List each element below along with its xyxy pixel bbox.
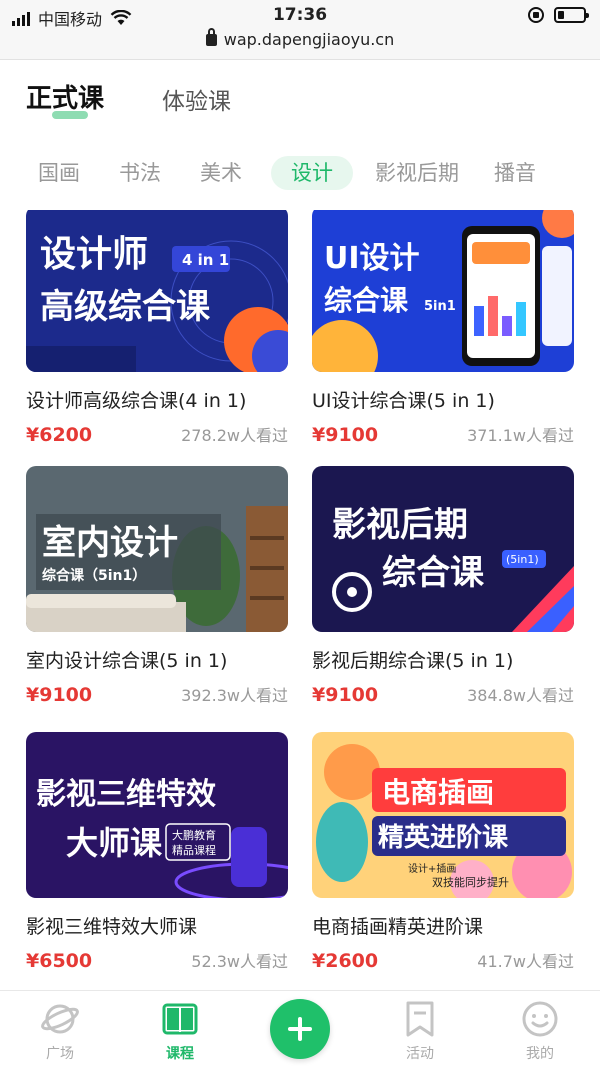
nav-label: 活动 [406, 1046, 434, 1062]
category-tabs: 国画 书法 美术 设计 影视后期 播音 [0, 150, 600, 196]
course-views: 52.3w人看过 [191, 952, 288, 971]
course-views: 371.1w人看过 [467, 426, 574, 445]
banner-line2: 大师课 [66, 824, 163, 862]
active-tab-indicator [52, 111, 88, 119]
course-price: ¥6500 [26, 950, 93, 972]
category-tab-broadcast[interactable]: 播音 [494, 156, 536, 190]
tab-formal-course[interactable]: 正式课 [26, 78, 105, 119]
tab-label: 体验课 [162, 89, 231, 115]
nav-label: 我的 [526, 1046, 554, 1062]
course-views: 392.3w人看过 [181, 686, 288, 705]
nav-item-activity[interactable]: 活动 [380, 999, 460, 1063]
battery-icon [554, 7, 589, 23]
banner-tag2: 双技能同步提升 [432, 875, 509, 889]
planet-icon [41, 1004, 79, 1034]
status-right [528, 7, 589, 23]
course-price: ¥9100 [312, 424, 379, 446]
banner-tag1: 大鹏教育 [172, 828, 216, 842]
course-thumbnail[interactable]: 设计师 4 in 1 高级综合课 [26, 210, 288, 372]
url-text: wap.dapengjiaoyu.cn [223, 30, 395, 49]
orientation-lock-icon [528, 7, 544, 23]
course-card[interactable]: 室内设计 综合课（5in1） 室内设计综合课(5 in 1) ¥9100 392… [26, 466, 288, 706]
main-tabs: 正式课 体验课 [0, 60, 600, 140]
tab-trial-course[interactable]: 体验课 [162, 82, 231, 116]
banner-line2: 高级综合课 [40, 287, 211, 327]
bottom-nav: 广场 课程 活动 我的 [0, 990, 600, 1066]
plus-button[interactable] [270, 999, 330, 1059]
banner-line1: UI设计 [324, 241, 420, 276]
course-price: ¥9100 [26, 684, 93, 706]
course-price: ¥2600 [312, 950, 379, 972]
course-title[interactable]: 室内设计综合课(5 in 1) [26, 646, 288, 673]
course-card[interactable]: 影视三维特效 大师课 大鹏教育 精品课程 影视三维特效大师课 ¥6500 52.… [26, 732, 288, 972]
banner-tag: 4 in 1 [182, 251, 229, 269]
course-views: 278.2w人看过 [181, 426, 288, 445]
banner-line1: 影视三维特效 [36, 777, 216, 812]
nav-label: 课程 [166, 1046, 194, 1062]
category-tab-video-post[interactable]: 影视后期 [375, 156, 459, 190]
course-title[interactable]: 设计师高级综合课(4 in 1) [26, 386, 288, 413]
course-title[interactable]: 影视三维特效大师课 [26, 912, 288, 939]
banner-tag: (5in1) [506, 553, 539, 566]
banner-line1: 影视后期 [332, 505, 468, 545]
lock-icon [205, 28, 217, 46]
category-tab-guohua[interactable]: 国画 [38, 156, 80, 190]
category-tab-calligraphy[interactable]: 书法 [119, 156, 161, 190]
banner-tag1: 设计+插画 [408, 862, 456, 875]
course-views: 384.8w人看过 [467, 686, 574, 705]
smile-face-icon [522, 1001, 558, 1037]
course-card[interactable]: 影视后期 综合课 (5in1) 影视后期综合课(5 in 1) ¥9100 38… [312, 466, 574, 706]
course-card[interactable]: 设计师 4 in 1 高级综合课 设计师高级综合课(4 in 1) ¥6200 … [26, 210, 288, 446]
banner-line1: 电商插画 [382, 776, 494, 809]
address-bar[interactable]: wap.dapengjiaoyu.cn [0, 28, 600, 49]
banner-tag2: 精品课程 [172, 844, 216, 857]
course-card[interactable]: 电商插画 精英进阶课 设计+插画 双技能同步提升 电商插画精英进阶课 ¥2600… [312, 732, 574, 972]
course-thumbnail[interactable]: 影视三维特效 大师课 大鹏教育 精品课程 [26, 732, 288, 898]
clock: 17:36 [272, 5, 328, 25]
nav-item-square[interactable]: 广场 [20, 999, 100, 1063]
banner-tag: 5in1 [424, 299, 456, 314]
banner-line2: 精英进阶课 [378, 823, 509, 853]
nav-item-courses[interactable]: 课程 [140, 999, 220, 1063]
banner-line2: 综合课 [324, 284, 409, 317]
banner-line2: 综合课（5in1） [42, 567, 146, 584]
nav-item-mine[interactable]: 我的 [500, 999, 580, 1063]
course-title[interactable]: 电商插画精英进阶课 [312, 912, 574, 939]
course-thumbnail[interactable]: 电商插画 精英进阶课 设计+插画 双技能同步提升 [312, 732, 574, 898]
course-title[interactable]: UI设计综合课(5 in 1) [312, 386, 574, 413]
course-title[interactable]: 影视后期综合课(5 in 1) [312, 646, 574, 673]
course-thumbnail[interactable]: 室内设计 综合课（5in1） [26, 466, 288, 632]
course-price: ¥9100 [312, 684, 379, 706]
tab-label: 正式课 [26, 84, 105, 114]
banner-line1: 室内设计 [42, 523, 178, 563]
course-card[interactable]: UI设计 综合课 5in1 UI设计综合课(5 in 1) ¥9100 371.… [312, 210, 574, 446]
category-tab-design[interactable]: 设计 [271, 156, 353, 190]
category-tab-art[interactable]: 美术 [200, 156, 242, 190]
banner-line1: 设计师 [40, 234, 148, 275]
status-bar: 中国移动 17:36 wap.dapengjiaoyu.cn [0, 0, 600, 60]
course-thumbnail[interactable]: UI设计 综合课 5in1 [312, 210, 574, 372]
banner-line2: 综合课 [382, 553, 485, 593]
book-icon [162, 1003, 198, 1035]
course-grid: 设计师 4 in 1 高级综合课 设计师高级综合课(4 in 1) ¥6200 … [0, 210, 600, 990]
course-views: 41.7w人看过 [477, 952, 574, 971]
nav-label: 广场 [46, 1046, 74, 1062]
course-price: ¥6200 [26, 424, 93, 446]
course-thumbnail[interactable]: 影视后期 综合课 (5in1) [312, 466, 574, 632]
bookmark-icon [406, 1001, 434, 1037]
